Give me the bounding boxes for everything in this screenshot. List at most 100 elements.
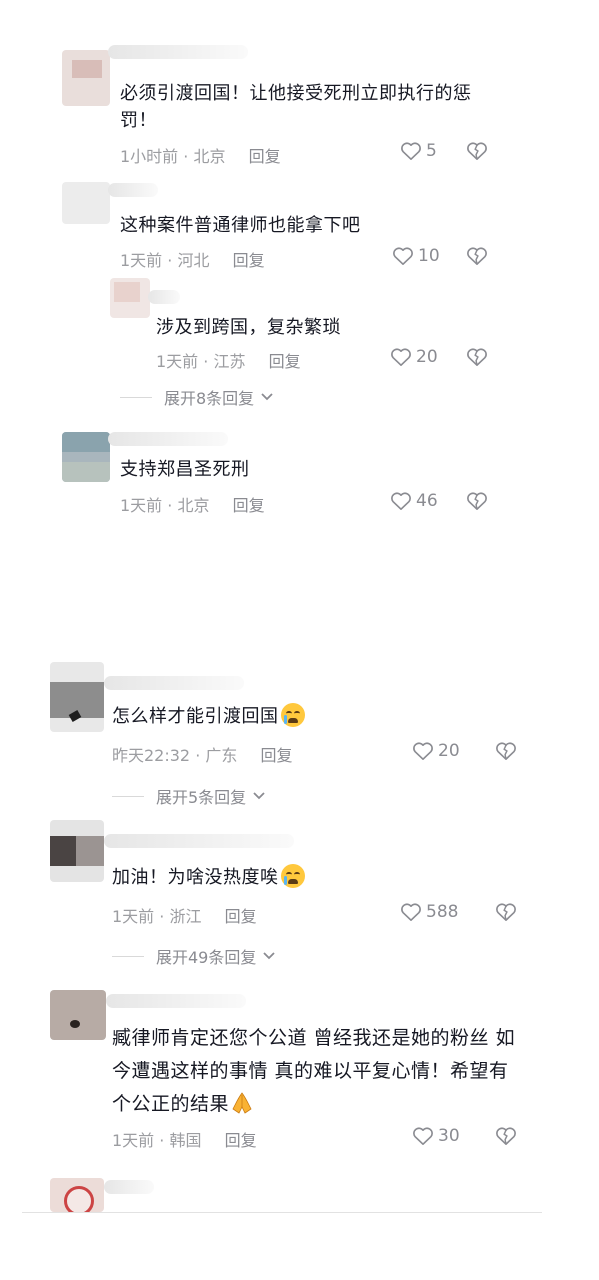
heart-outline-icon (391, 348, 411, 366)
like-count: 20 (416, 347, 438, 367)
like-button[interactable]: 30 (412, 1126, 460, 1146)
comment-location: 江苏 (213, 352, 246, 371)
comment-meta: 1天前 · 河北 回复 (120, 247, 265, 271)
comment-meta: 1天前 · 浙江 回复 (112, 903, 257, 927)
loudly-crying-emoji (280, 864, 305, 888)
username-blurred[interactable] (148, 290, 180, 304)
comment-meta: 1天前 · 江苏 回复 (156, 348, 301, 372)
avatar[interactable] (62, 50, 110, 106)
comment-time: 1天前 (120, 496, 163, 515)
expand-replies-label: 展开8条回复 (164, 389, 255, 408)
broken-heart-icon[interactable] (466, 246, 488, 266)
comment-text: 涉及到跨国，复杂繁琐 (156, 317, 341, 338)
heart-outline-icon (401, 903, 421, 921)
heart-outline-icon (413, 742, 433, 760)
like-count: 10 (418, 246, 440, 266)
comment-text-content: 臧律师肯定还您个公道 曾经我还是她的粉丝 如今遭遇这样的事情 真的难以平复心情！… (112, 1027, 516, 1115)
reply-button[interactable]: 回复 (233, 251, 265, 270)
avatar[interactable] (50, 990, 106, 1040)
folded-hands-emoji (232, 1092, 252, 1114)
bottom-divider (22, 1212, 542, 1213)
avatar[interactable] (110, 278, 150, 318)
broken-heart-icon[interactable] (466, 141, 488, 161)
comment-time: 1天前 (112, 907, 155, 926)
comment-location: 广东 (205, 746, 238, 765)
expand-replies-button[interactable]: 展开8条回复 (120, 385, 274, 409)
comment-meta: 1天前 · 北京 回复 (120, 492, 265, 516)
comment-text-content: 加油！为啥没热度唉 (112, 867, 279, 888)
avatar[interactable] (50, 820, 104, 882)
broken-heart-icon[interactable] (466, 347, 488, 367)
reply-button[interactable]: 回复 (269, 352, 301, 371)
comment-time: 1天前 (112, 1131, 155, 1150)
like-button[interactable]: 20 (412, 741, 460, 761)
expand-divider (120, 396, 152, 398)
avatar[interactable] (62, 182, 110, 224)
comment-time: 昨天22:32 (112, 746, 191, 765)
expand-replies-label: 展开5条回复 (156, 788, 247, 807)
comment-location: 北京 (177, 496, 210, 515)
username-blurred[interactable] (106, 994, 246, 1008)
comment-meta: 1天前 · 韩国 回复 (112, 1127, 257, 1151)
username-blurred[interactable] (104, 1180, 154, 1194)
comment-meta: 1小时前 · 北京 回复 (120, 143, 281, 167)
like-button[interactable]: 5 (400, 141, 437, 161)
username-blurred[interactable] (108, 183, 158, 197)
reply-button[interactable]: 回复 (249, 147, 281, 166)
broken-heart-icon[interactable] (495, 1126, 517, 1146)
comment-location: 北京 (193, 147, 226, 166)
heart-outline-icon (401, 142, 421, 160)
chevron-down-icon (253, 792, 265, 800)
reply-button[interactable]: 回复 (225, 1131, 257, 1150)
meta-separator: · (183, 147, 189, 166)
expand-divider (112, 795, 144, 797)
avatar[interactable] (62, 432, 110, 482)
meta-separator: · (167, 496, 173, 515)
reply-button[interactable]: 回复 (261, 746, 293, 765)
broken-heart-icon[interactable] (466, 491, 488, 511)
like-count: 30 (438, 1126, 460, 1146)
username-blurred[interactable] (108, 45, 248, 59)
comment-location: 河北 (177, 251, 210, 270)
avatar[interactable] (50, 1178, 104, 1212)
comment-meta: 昨天22:32 · 广东 回复 (112, 742, 293, 766)
comment-location: 韩国 (169, 1131, 202, 1150)
chevron-down-icon (263, 952, 276, 960)
meta-separator: · (159, 907, 165, 926)
reply-button[interactable]: 回复 (233, 496, 265, 515)
comment-text: 必须引渡回国！让他接受死刑立即执行的惩罚！ (120, 83, 472, 131)
comment-text: 臧律师肯定还您个公道 曾经我还是她的粉丝 如今遭遇这样的事情 真的难以平复心情！… (112, 1022, 522, 1121)
meta-separator: · (203, 352, 209, 371)
reply-button[interactable]: 回复 (225, 907, 257, 926)
avatar[interactable] (50, 662, 104, 732)
comment-time: 1天前 (120, 251, 163, 270)
meta-separator: · (195, 746, 201, 765)
comment-text-content: 怎么样才能引渡回国 (112, 706, 279, 727)
meta-separator: · (159, 1131, 165, 1150)
like-button[interactable]: 46 (390, 491, 438, 511)
like-count: 20 (438, 741, 460, 761)
username-blurred[interactable] (108, 432, 228, 446)
comment-text: 加油！为啥没热度唉 (112, 864, 512, 891)
like-button[interactable]: 588 (400, 902, 458, 922)
expand-replies-button[interactable]: 展开49条回复 (112, 944, 276, 968)
expand-replies-label: 展开49条回复 (156, 948, 257, 967)
meta-separator: · (167, 251, 173, 270)
comment-text: 怎么样才能引渡回国 (112, 703, 512, 730)
like-count: 5 (426, 141, 437, 161)
expand-replies-button[interactable]: 展开5条回复 (112, 784, 266, 808)
username-blurred[interactable] (104, 834, 294, 848)
broken-heart-icon[interactable] (495, 741, 517, 761)
broken-heart-icon[interactable] (495, 902, 517, 922)
like-count: 588 (426, 902, 459, 922)
like-count: 46 (416, 491, 438, 511)
like-button[interactable]: 10 (392, 246, 440, 266)
comment-time: 1天前 (156, 352, 199, 371)
heart-outline-icon (393, 247, 413, 265)
expand-divider (112, 955, 144, 957)
comment-time: 1小时前 (120, 147, 179, 166)
heart-outline-icon (413, 1127, 433, 1145)
comment-location: 浙江 (169, 907, 202, 926)
like-button[interactable]: 20 (390, 347, 438, 367)
username-blurred[interactable] (104, 676, 244, 690)
